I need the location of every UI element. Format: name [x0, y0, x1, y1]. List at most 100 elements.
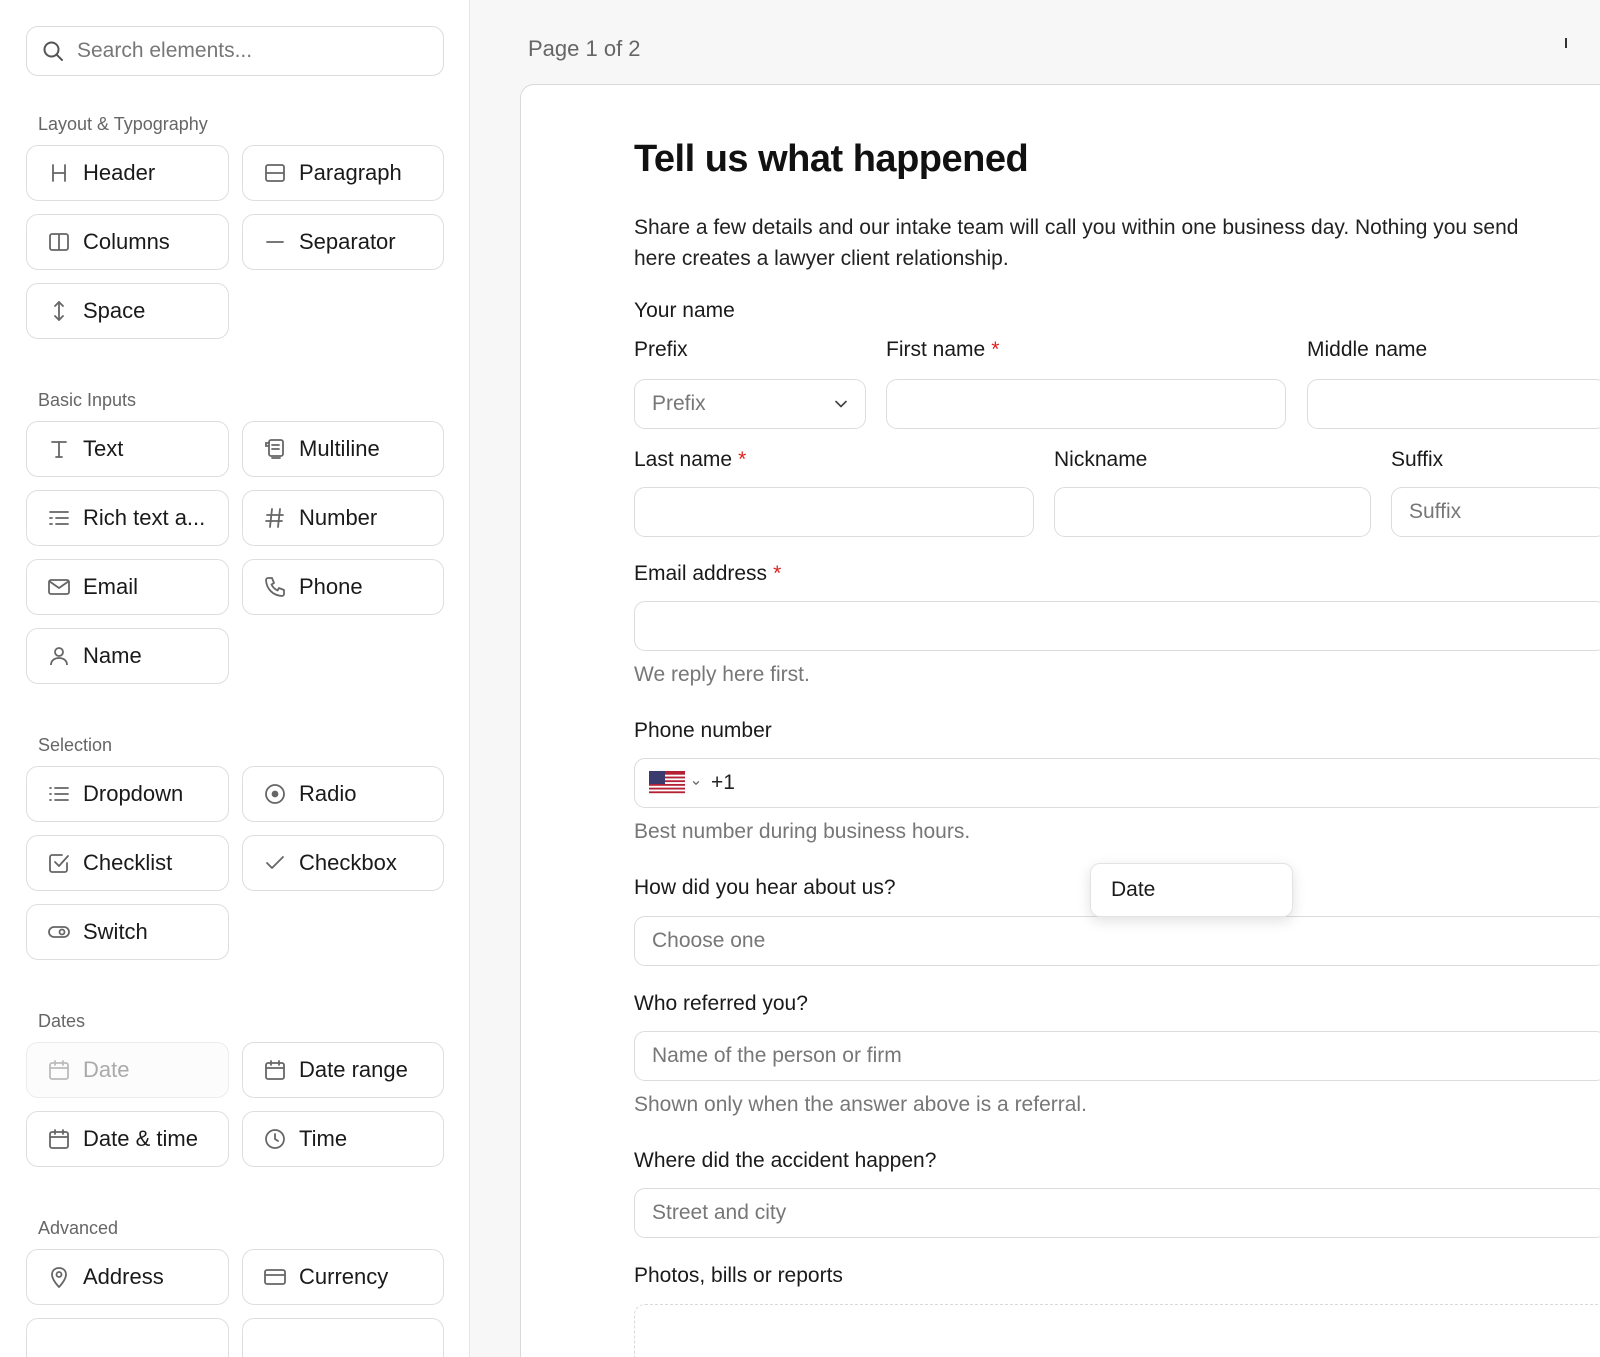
middle-name-input[interactable] [1325, 392, 1600, 416]
element-label: Paragraph [299, 160, 402, 185]
hear-about-placeholder: Choose one [652, 929, 766, 952]
calendar-icon [49, 1060, 69, 1080]
element-dropdown[interactable]: Dropdown [26, 766, 229, 822]
element-label: Dropdown [83, 781, 184, 806]
element-label: Checkbox [299, 850, 397, 875]
referred-help-text: Shown only when the answer above is a re… [634, 1093, 1087, 1116]
element-text[interactable]: Text [26, 421, 229, 477]
list-icon [49, 787, 69, 801]
element-label: Name [83, 643, 142, 668]
phone-country-code: +1 [711, 771, 735, 794]
element-paragraph[interactable]: Paragraph [242, 145, 444, 201]
element-header[interactable]: Header [26, 145, 229, 201]
phone-icon [265, 577, 285, 597]
element-more-1[interactable] [26, 1318, 229, 1357]
suffix-field[interactable] [1391, 487, 1600, 537]
element-address[interactable]: Address [26, 1249, 229, 1305]
email-input[interactable] [652, 614, 1600, 638]
element-space[interactable]: Space [26, 283, 229, 339]
photos-label: Photos, bills or reports [634, 1264, 843, 1287]
element-label: Text [83, 436, 124, 461]
accident-location-input[interactable] [652, 1201, 1600, 1225]
drag-preview-date[interactable]: Date [1090, 863, 1293, 917]
element-phone[interactable]: Phone [242, 559, 444, 615]
form-title[interactable]: Tell us what happened [634, 138, 1029, 181]
text-icon [51, 441, 67, 458]
hear-about-select[interactable]: Choose one [634, 916, 1600, 966]
first-name-input[interactable] [904, 392, 1285, 416]
suffix-label: Suffix [1391, 448, 1444, 471]
section-label-selection: Selection [38, 735, 113, 755]
element-label: Date & time [83, 1126, 198, 1151]
scroll-icon [265, 439, 284, 459]
accident-location-field[interactable] [634, 1188, 1600, 1238]
section-label-basic-inputs: Basic Inputs [38, 390, 137, 410]
email-label: Email address * [634, 562, 782, 585]
credit-card-icon [264, 1269, 286, 1285]
separator-icon [266, 241, 284, 243]
element-label: Space [83, 298, 146, 323]
element-label: Address [83, 1264, 164, 1289]
search-box[interactable] [26, 26, 444, 76]
prefix-placeholder: Prefix [652, 392, 706, 415]
toggle-icon [48, 926, 70, 938]
first-name-field[interactable] [886, 379, 1286, 429]
middle-name-label: Middle name [1307, 338, 1428, 361]
search-input[interactable] [77, 39, 417, 63]
element-date[interactable]: Date [26, 1042, 229, 1098]
element-label: Number [299, 505, 378, 530]
element-email[interactable]: Email [26, 559, 229, 615]
section-label-advanced: Advanced [38, 1218, 119, 1238]
element-currency[interactable]: Currency [242, 1249, 444, 1305]
element-rich-text[interactable]: Rich text a... [26, 490, 229, 546]
checkbox-checked-icon [49, 854, 69, 873]
referred-label: Who referred you? [634, 992, 808, 1015]
element-label: Switch [83, 919, 148, 944]
section-label-dates: Dates [38, 1011, 86, 1031]
element-checklist[interactable]: Checklist [26, 835, 229, 891]
element-checkbox[interactable]: Checkbox [242, 835, 444, 891]
email-field[interactable] [634, 601, 1600, 651]
calendar-icon [265, 1060, 285, 1080]
element-name[interactable]: Name [26, 628, 229, 684]
element-switch[interactable]: Switch [26, 904, 229, 960]
last-name-field[interactable] [634, 487, 1034, 537]
description-line: Share a few details and our intake team … [634, 216, 1519, 239]
element-number[interactable]: Number [242, 490, 444, 546]
columns-icon [49, 233, 69, 251]
referred-input[interactable] [652, 1044, 1600, 1068]
phone-field[interactable]: +1 [634, 758, 1600, 808]
prefix-select[interactable]: Prefix [634, 379, 866, 429]
element-time[interactable]: Time [242, 1111, 444, 1167]
required-mark: * [991, 338, 1000, 361]
element-date-time[interactable]: Date & time [26, 1111, 229, 1167]
country-selector[interactable] [649, 771, 701, 795]
last-name-label: Last name * [634, 448, 747, 471]
nickname-input[interactable] [1072, 500, 1370, 524]
element-separator[interactable]: Separator [242, 214, 444, 270]
element-radio[interactable]: Radio [242, 766, 444, 822]
element-columns[interactable]: Columns [26, 214, 229, 270]
section-label-layout: Layout & Typography [38, 114, 208, 134]
nickname-field[interactable] [1054, 487, 1371, 537]
element-multiline[interactable]: Multiline [242, 421, 444, 477]
check-icon [266, 856, 284, 869]
element-label: Currency [299, 1264, 389, 1289]
element-more-2[interactable] [242, 1318, 444, 1357]
nickname-label: Nickname [1054, 448, 1148, 471]
element-label: Separator [299, 229, 396, 254]
element-date-range[interactable]: Date range [242, 1042, 444, 1098]
radio-icon [265, 784, 285, 804]
chevron-down-icon [835, 400, 847, 408]
hash-icon [265, 508, 284, 528]
user-icon [50, 647, 68, 666]
file-upload-dropzone[interactable] [634, 1304, 1600, 1357]
middle-name-field[interactable] [1307, 379, 1600, 429]
referred-field[interactable] [634, 1031, 1600, 1081]
suffix-input[interactable] [1409, 500, 1600, 524]
form-description[interactable]: Share a few details and our intake team … [634, 212, 1594, 274]
element-label: Date range [299, 1057, 408, 1082]
us-flag-icon [649, 771, 685, 795]
last-name-input[interactable] [652, 500, 1033, 524]
page-indicator: Page 1 of 2 [528, 36, 641, 61]
